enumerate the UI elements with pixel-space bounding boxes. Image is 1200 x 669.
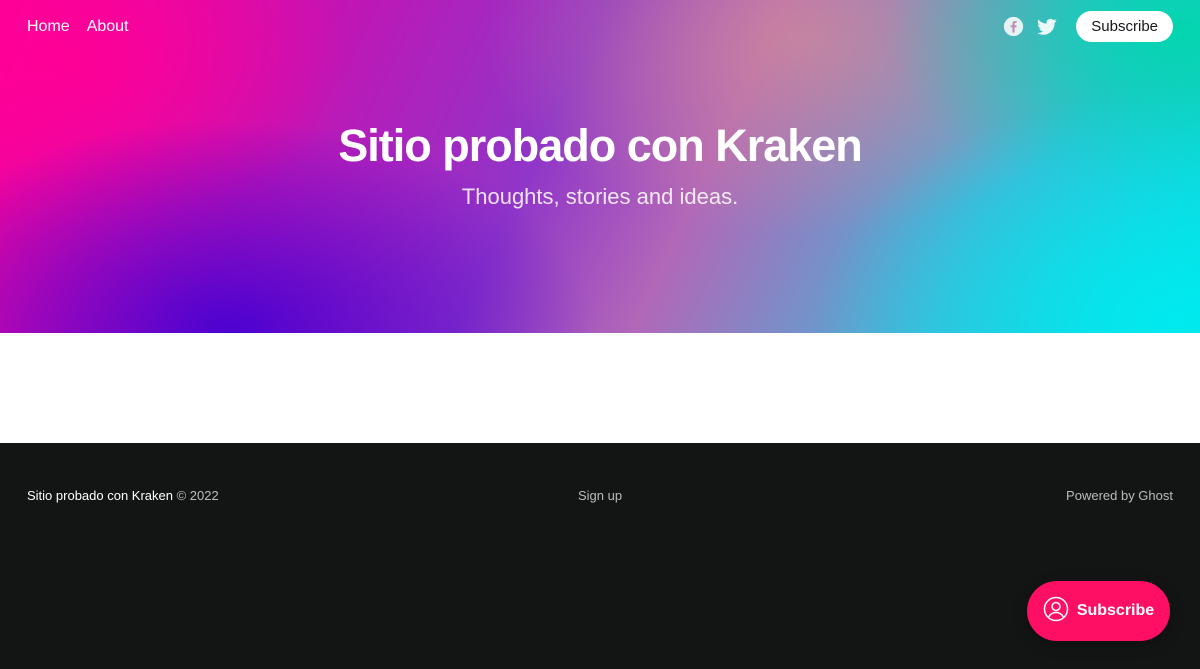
subscribe-button[interactable]: Subscribe: [1076, 11, 1173, 42]
twitter-icon[interactable]: [1036, 16, 1058, 38]
site-footer: Sitio probado con Kraken © 2022 Sign up …: [0, 443, 1200, 669]
user-circle-icon: [1043, 596, 1069, 627]
nav-actions: Subscribe: [1002, 11, 1173, 42]
footer-site-link[interactable]: Sitio probado con Kraken: [27, 488, 173, 503]
nav-links: Home About: [27, 18, 129, 36]
top-navigation: Home About Subscribe: [0, 0, 1200, 53]
nav-link-home[interactable]: Home: [27, 18, 70, 36]
footer-signup-link[interactable]: Sign up: [578, 488, 622, 503]
facebook-icon[interactable]: [1002, 16, 1024, 38]
powered-by-link[interactable]: Powered by Ghost: [773, 488, 1173, 503]
hero-content: Sitio probado con Kraken Thoughts, stori…: [0, 120, 1200, 210]
footer-row: Sitio probado con Kraken © 2022 Sign up …: [27, 488, 1173, 503]
footer-copyright: Sitio probado con Kraken © 2022: [27, 488, 427, 503]
portal-subscribe-label: Subscribe: [1076, 602, 1155, 619]
main-content: [0, 333, 1200, 443]
portal-subscribe-button[interactable]: Subscribe: [1027, 581, 1170, 641]
site-header: Home About Subscribe Sitio probado con K…: [0, 0, 1200, 333]
site-title: Sitio probado con Kraken: [338, 120, 863, 171]
nav-link-about[interactable]: About: [87, 18, 129, 36]
copyright-text: © 2022: [176, 488, 219, 503]
site-description: Thoughts, stories and ideas.: [461, 184, 739, 209]
